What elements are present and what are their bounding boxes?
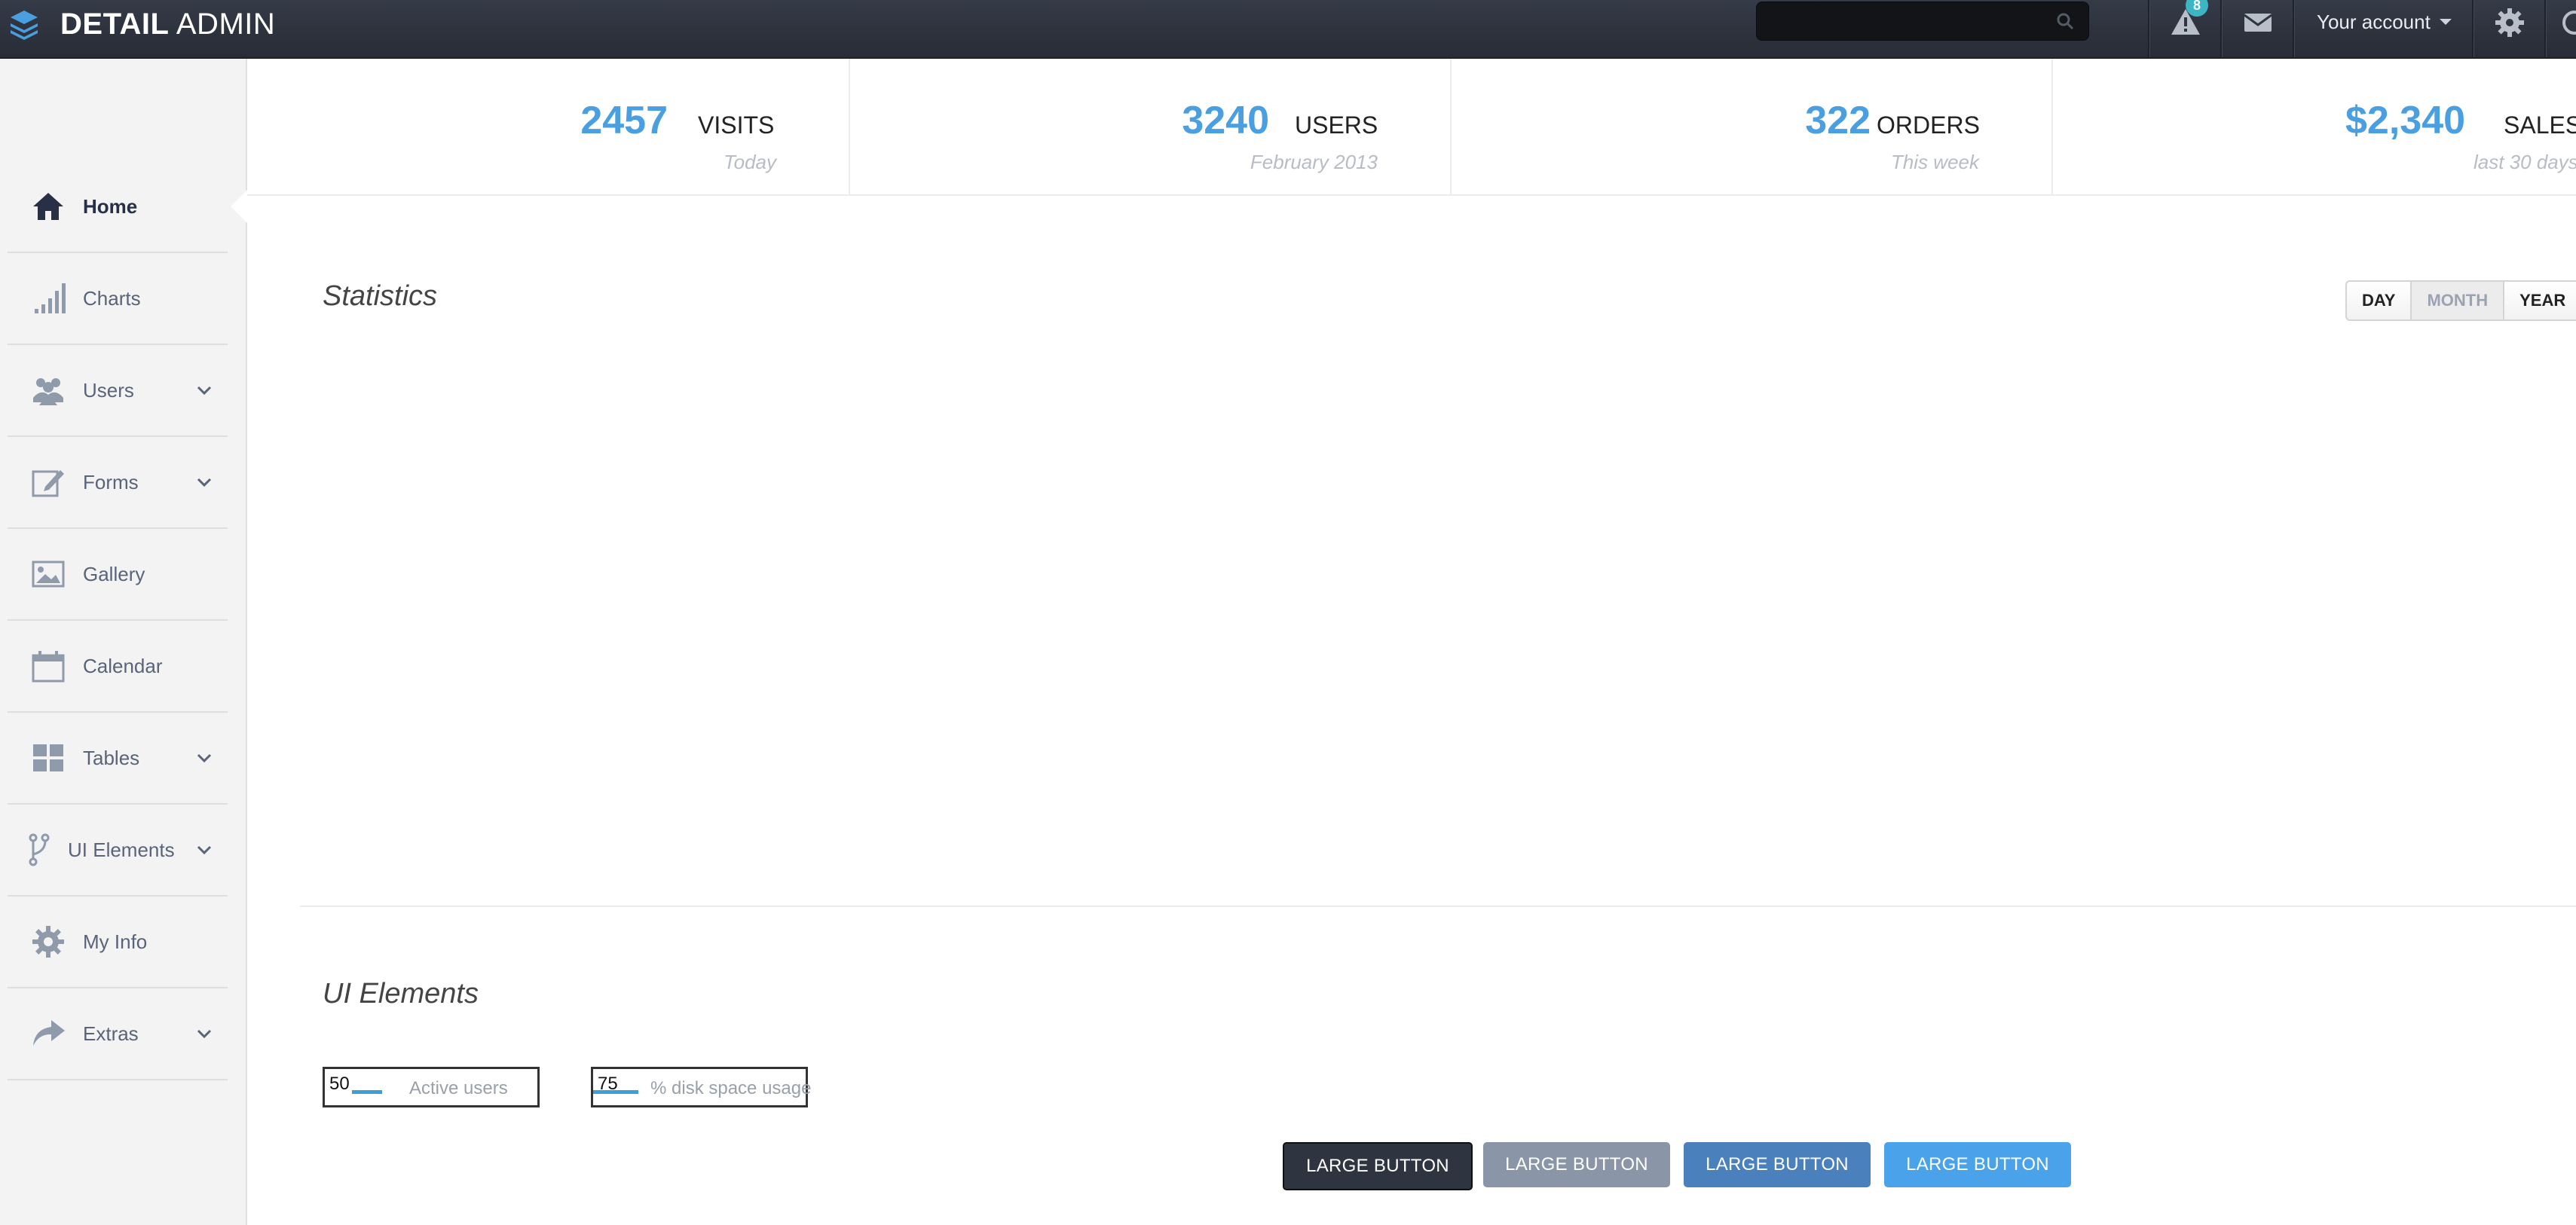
users-icon bbox=[33, 378, 63, 405]
share-icon bbox=[33, 1020, 65, 1046]
stat-label: VISITS bbox=[698, 112, 775, 139]
stat-sales: $2,340 SALES last 30 days bbox=[2051, 59, 2576, 194]
sidebar-item-ui-elements[interactable]: UI Elements bbox=[8, 805, 228, 897]
toolbar-divider bbox=[2472, 0, 2474, 57]
stat-users: 3240 USERS February 2013 bbox=[849, 59, 1452, 194]
sidebar-item-label: Home bbox=[83, 194, 138, 218]
knob-label: Active users bbox=[409, 1078, 508, 1098]
gear-icon[interactable] bbox=[2493, 6, 2526, 39]
envelope-icon[interactable] bbox=[2241, 6, 2275, 39]
bar-chart-icon bbox=[35, 283, 66, 313]
knob-active-users[interactable]: 50 Active users bbox=[323, 1067, 540, 1107]
stat-orders: 322 ORDERS This week bbox=[1450, 59, 2053, 194]
knob-progress bbox=[593, 1090, 638, 1094]
range-year-button[interactable]: YEAR bbox=[2504, 282, 2576, 319]
chevron-down-icon bbox=[197, 845, 212, 855]
toolbar-divider bbox=[2148, 0, 2149, 57]
stat-visits: 2457 VISITS Today bbox=[247, 59, 850, 194]
chevron-down-icon bbox=[197, 386, 212, 396]
stat-label: SALES bbox=[2504, 112, 2576, 139]
stat-subtitle: Today bbox=[724, 151, 776, 173]
stats-strip: 2457 VISITS Today 3240 USERS February 20… bbox=[247, 59, 2576, 196]
sidebar-item-my-info[interactable]: My Info bbox=[8, 897, 228, 988]
sidebar: Home Charts Users Forms Gallery Calendar… bbox=[0, 59, 247, 1225]
sidebar-item-tables[interactable]: Tables bbox=[8, 713, 228, 805]
image-icon bbox=[32, 561, 65, 588]
toolbar-divider bbox=[2544, 0, 2546, 57]
stat-label: ORDERS bbox=[1877, 112, 1980, 139]
knob-disk-usage[interactable]: 75 % disk space usage bbox=[591, 1067, 812, 1107]
branch-icon bbox=[29, 833, 50, 866]
sidebar-item-label: Charts bbox=[83, 286, 141, 310]
stat-label: USERS bbox=[1295, 112, 1378, 139]
stat-subtitle: last 30 days bbox=[2474, 151, 2576, 173]
knob-progress bbox=[352, 1090, 382, 1094]
chevron-down-icon bbox=[197, 478, 212, 487]
edit-icon bbox=[32, 470, 64, 497]
grid-icon bbox=[33, 744, 63, 771]
stat-value: 322 bbox=[1805, 99, 1871, 142]
stat-value: 2457 bbox=[580, 99, 668, 142]
knob-label: % disk space usage bbox=[650, 1078, 812, 1098]
search-icon bbox=[2057, 13, 2074, 30]
sidebar-item-label: Calendar bbox=[83, 654, 163, 677]
toolbar-divider bbox=[2220, 0, 2222, 57]
sidebar-item-label: Forms bbox=[83, 470, 139, 493]
power-icon[interactable] bbox=[2558, 6, 2576, 39]
calendar-icon bbox=[32, 651, 65, 683]
ui-elements-title: UI Elements bbox=[323, 978, 479, 1010]
range-day-button[interactable]: DAY bbox=[2347, 282, 2412, 319]
top-navbar: DETAIL ADMIN 8 Your account bbox=[0, 0, 2576, 59]
sidebar-item-label: Users bbox=[83, 378, 134, 402]
brand-title: DETAIL ADMIN bbox=[60, 7, 276, 41]
search-input[interactable] bbox=[1756, 2, 2089, 41]
statistics-chart-area bbox=[324, 331, 2555, 889]
caret-down-icon bbox=[2439, 19, 2452, 25]
layers-logo-icon bbox=[11, 11, 38, 40]
toolbar-divider bbox=[2293, 0, 2294, 57]
sidebar-item-home[interactable]: Home bbox=[8, 161, 228, 253]
sidebar-item-label: UI Elements bbox=[68, 838, 175, 861]
range-month-button[interactable]: MONTH bbox=[2412, 282, 2505, 319]
home-icon bbox=[33, 193, 63, 220]
sidebar-item-charts[interactable]: Charts bbox=[8, 253, 228, 345]
large-button-light-blue[interactable]: LARGE BUTTON bbox=[1884, 1142, 2071, 1187]
large-button-dark[interactable]: LARGE BUTTON bbox=[1283, 1142, 1473, 1190]
active-item-indicator bbox=[231, 190, 247, 223]
sidebar-item-label: My Info bbox=[83, 930, 148, 953]
sidebar-item-label: Tables bbox=[83, 746, 140, 769]
sidebar-item-label: Gallery bbox=[83, 562, 145, 585]
sidebar-item-calendar[interactable]: Calendar bbox=[8, 621, 228, 713]
stat-value: $2,340 bbox=[2345, 99, 2466, 142]
large-button-blue[interactable]: LARGE BUTTON bbox=[1684, 1142, 1871, 1187]
stat-subtitle: This week bbox=[1890, 151, 1979, 173]
account-label: Your account bbox=[2317, 10, 2431, 33]
sidebar-item-forms[interactable]: Forms bbox=[8, 437, 228, 529]
chevron-down-icon bbox=[197, 1029, 212, 1039]
chevron-down-icon bbox=[197, 753, 212, 763]
sidebar-item-extras[interactable]: Extras bbox=[8, 988, 228, 1080]
gear-icon bbox=[32, 926, 64, 958]
statistics-title: Statistics bbox=[323, 280, 438, 312]
range-toggle: DAY MONTH YEAR bbox=[2345, 280, 2576, 321]
sidebar-item-label: Extras bbox=[83, 1022, 139, 1045]
stat-subtitle: February 2013 bbox=[1250, 151, 1378, 173]
sidebar-item-gallery[interactable]: Gallery bbox=[8, 529, 228, 621]
sidebar-item-users[interactable]: Users bbox=[8, 345, 228, 437]
section-divider bbox=[300, 906, 2576, 907]
account-dropdown[interactable]: Your account bbox=[2317, 0, 2452, 44]
stat-value: 3240 bbox=[1182, 99, 1269, 142]
large-button-gray[interactable]: LARGE BUTTON bbox=[1483, 1142, 1670, 1187]
knob-value: 50 bbox=[329, 1074, 350, 1094]
brand[interactable]: DETAIL ADMIN bbox=[8, 0, 275, 48]
